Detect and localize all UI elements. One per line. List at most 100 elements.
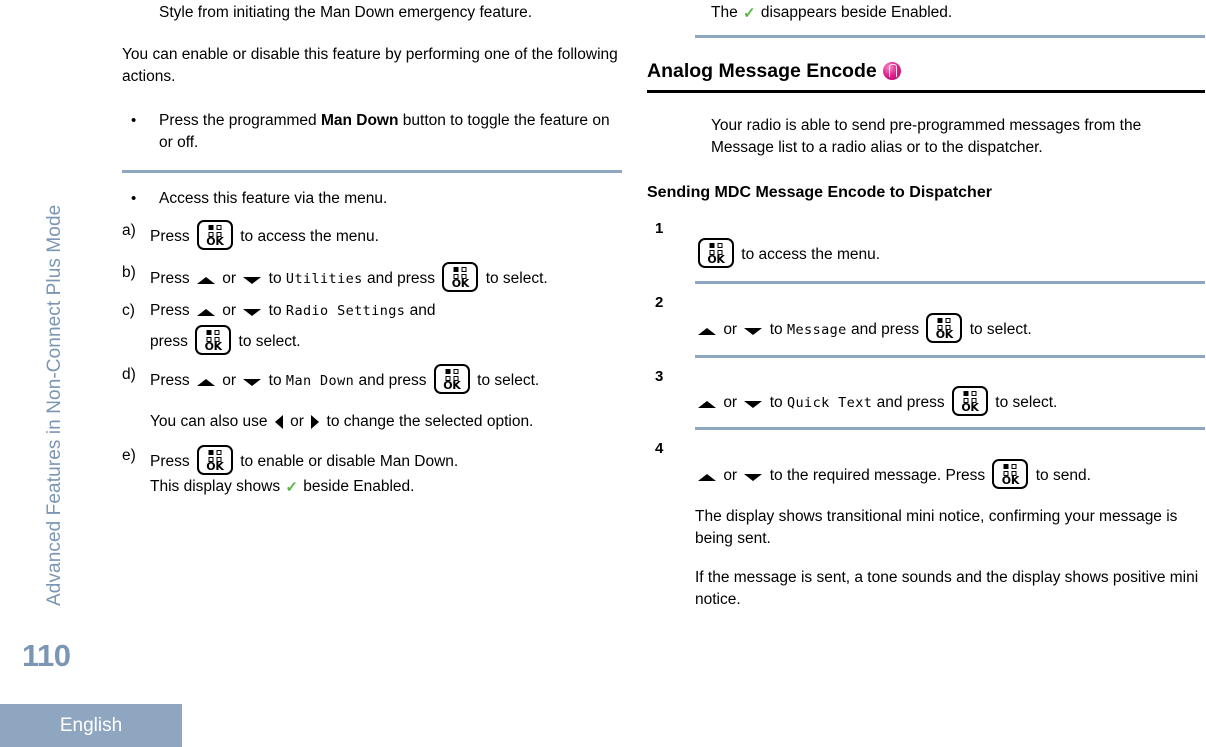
- down-arrow-icon[interactable]: [243, 309, 262, 316]
- step-body: Press OK to access the menu.: [150, 220, 622, 254]
- step-body: or to Message and press OK to select.: [695, 312, 1205, 343]
- numbered-step-1: 1 OK to access the menu.: [647, 219, 1205, 269]
- lettered-step-e: e) Press OK to enable or disable Man Dow…: [122, 445, 622, 498]
- page-title: Analog Message Encode: [647, 58, 1205, 93]
- menu-ok-button-icon[interactable]: OK: [951, 386, 988, 417]
- step-label: c): [122, 302, 135, 319]
- step-text-suffix: to select.: [238, 333, 301, 350]
- top-note-paragraph: The ✓ disappears beside Enabled.: [711, 0, 1205, 24]
- list-item: • Access this feature via the menu.: [122, 188, 622, 210]
- down-arrow-icon[interactable]: [744, 401, 763, 409]
- to-word: to: [769, 320, 783, 338]
- up-arrow-icon[interactable]: [196, 277, 215, 284]
- ok-label: OK: [206, 460, 224, 473]
- menu-ok-button-icon[interactable]: OK: [442, 262, 479, 292]
- left-arrow-icon[interactable]: [274, 415, 283, 429]
- menu-ok-button-icon[interactable]: OK: [196, 445, 233, 475]
- menu-item-name: Radio Settings: [285, 303, 406, 319]
- step-text-suffix: to access the menu.: [737, 246, 881, 264]
- ok-label: OK: [961, 401, 979, 415]
- page-number: 110: [22, 638, 71, 673]
- up-arrow-icon[interactable]: [698, 401, 716, 409]
- lettered-step-c: c) Press or to Radio Settings and press …: [122, 300, 622, 355]
- press-word-2: press: [150, 333, 188, 350]
- bullet-marker: •: [131, 190, 137, 207]
- step-number: 3: [655, 367, 664, 385]
- menu-item-name: Quick Text: [786, 395, 873, 412]
- press-word: Press: [150, 302, 190, 319]
- right-arrow-icon[interactable]: [311, 415, 320, 429]
- section-divider: [122, 170, 622, 173]
- down-arrow-icon[interactable]: [744, 327, 763, 335]
- intro-paragraph: You can enable or disable this feature b…: [122, 46, 618, 85]
- menu-ok-button-icon[interactable]: OK: [698, 238, 734, 269]
- section-divider: [695, 354, 1205, 358]
- menu-item-name: Utilities: [285, 271, 363, 287]
- step-number: 2: [655, 294, 664, 312]
- check-mark-icon: ✓: [285, 479, 298, 496]
- result-prefix: This display shows: [150, 478, 281, 495]
- man-down-button-name: Man Down: [320, 112, 399, 129]
- result-suffix: beside Enabled.: [303, 478, 415, 495]
- language-banner: English: [0, 704, 182, 747]
- menu-ok-button-icon[interactable]: OK: [433, 364, 470, 394]
- or-word: or: [222, 372, 237, 389]
- step-result-paragraph-2: If the message is sent, a tone sounds an…: [695, 568, 1199, 608]
- numbered-step-3: 3 or to Quick Text and press OK to selec…: [647, 367, 1205, 417]
- alt-note-prefix: You can also use: [150, 413, 268, 430]
- step-number: 1: [655, 219, 664, 237]
- check-mark-icon: ✓: [743, 5, 756, 22]
- running-head-chapter-title: Advanced Features in Non-Connect Plus Mo…: [44, 204, 65, 606]
- section-divider: [695, 281, 1205, 285]
- menu-ok-button-icon[interactable]: OK: [195, 325, 232, 355]
- page-sidebar: Advanced Features in Non-Connect Plus Mo…: [0, 0, 182, 747]
- top-note-prefix: The: [711, 4, 738, 21]
- press-word: Press: [150, 270, 190, 287]
- ok-label: OK: [443, 379, 461, 392]
- or-word: or: [222, 270, 237, 287]
- step-label: b): [122, 264, 136, 281]
- step-body: Press or to Radio Settings and press OK …: [150, 300, 622, 355]
- step-body: or to the required message. Press OK to …: [695, 458, 1205, 611]
- ok-label: OK: [204, 340, 223, 353]
- bullet-marker: •: [131, 112, 137, 129]
- list-item-text: Press the programmed Man Down button to …: [159, 110, 622, 154]
- and-press-words: and press: [366, 270, 436, 287]
- numbered-step-2: 2 or to Message and press OK to select.: [647, 295, 1205, 343]
- up-arrow-icon[interactable]: [196, 309, 215, 316]
- or-word: or: [222, 302, 237, 319]
- alt-note-or: or: [290, 413, 304, 430]
- step-text-suffix: to access the menu.: [235, 228, 379, 245]
- or-word: or: [723, 466, 738, 484]
- down-arrow-icon[interactable]: [243, 379, 262, 386]
- up-arrow-icon[interactable]: [698, 473, 716, 481]
- press-word: Press: [150, 453, 190, 470]
- alt-note-suffix: to change the selected option.: [326, 413, 534, 430]
- step-body: Press OK to enable or disable Man Down. …: [150, 445, 622, 498]
- or-word: or: [723, 394, 738, 412]
- down-arrow-icon[interactable]: [744, 473, 763, 481]
- press-word: Press: [150, 372, 190, 389]
- menu-ok-button-icon[interactable]: OK: [992, 458, 1029, 489]
- to-word: to: [268, 302, 282, 319]
- and-press-words: and press: [876, 394, 945, 412]
- step-body: or to Quick Text and press OK to select.: [695, 386, 1205, 417]
- menu-ok-button-icon[interactable]: OK: [196, 220, 233, 250]
- left-text-column: Style from initiating the Man Down emerg…: [122, 0, 622, 501]
- ok-label: OK: [206, 235, 224, 248]
- section-intro-paragraph: Your radio is able to send pre-programme…: [711, 116, 1142, 156]
- to-word: to: [268, 372, 282, 389]
- step-result-paragraph-1: The display shows transitional mini noti…: [695, 507, 1178, 547]
- down-arrow-icon[interactable]: [243, 277, 262, 284]
- menu-ok-button-icon[interactable]: OK: [926, 312, 963, 343]
- lettered-step-d: d) Press or to Man Down and press OK to …: [122, 364, 622, 433]
- step-text-suffix: to send.: [1035, 466, 1091, 484]
- and-word: and: [409, 302, 436, 319]
- right-text-column: The ✓ disappears beside Enabled. Analog …: [647, 0, 1205, 611]
- up-arrow-icon[interactable]: [196, 379, 215, 386]
- press-word: Press: [150, 228, 190, 245]
- up-arrow-icon[interactable]: [698, 327, 716, 335]
- lettered-step-b: b) Press or to Utilities and press OK to…: [122, 262, 622, 294]
- to-word: to: [769, 394, 783, 412]
- section-divider: [695, 35, 1205, 39]
